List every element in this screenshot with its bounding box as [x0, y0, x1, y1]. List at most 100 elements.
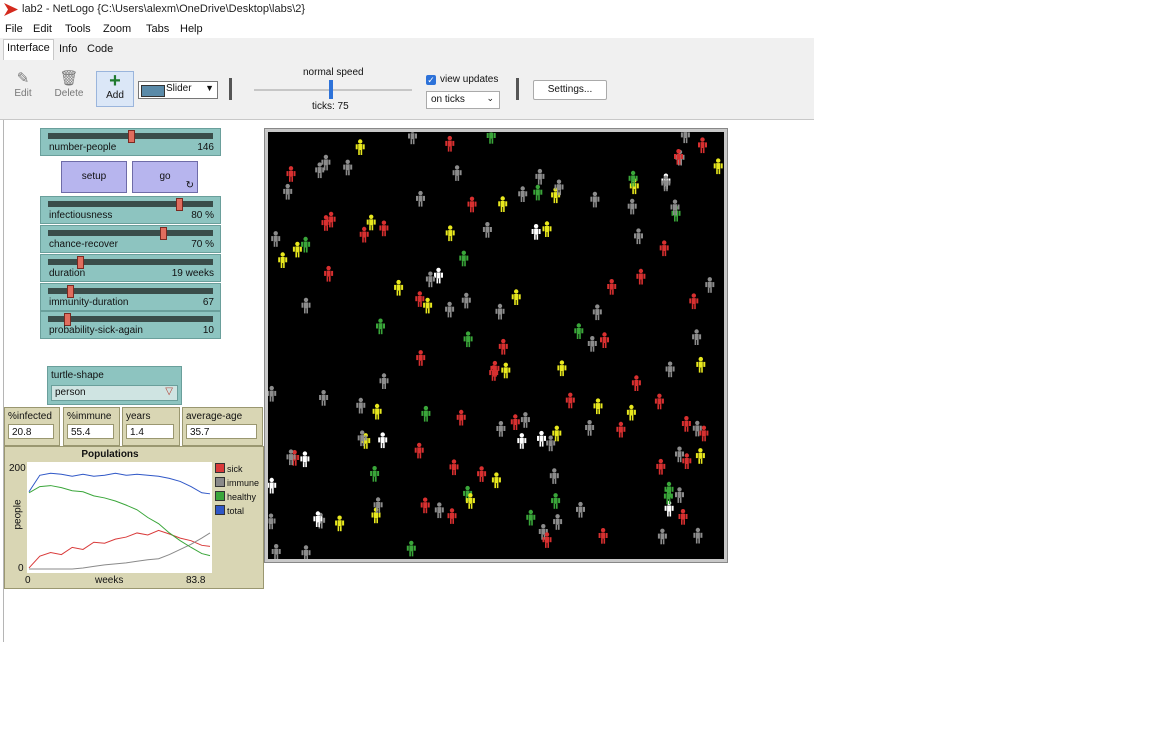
monitor-value: 20.8	[8, 424, 54, 439]
person-turtle	[355, 139, 365, 155]
legend-label: total	[227, 506, 245, 516]
plus-icon: +	[109, 70, 121, 92]
plot-title: Populations	[81, 449, 139, 460]
person-turtle	[498, 338, 508, 355]
person-turtle	[394, 279, 404, 296]
person-turtle	[675, 487, 684, 503]
slider-number-people[interactable]: number-people 146	[40, 128, 221, 156]
person-turtle	[434, 267, 443, 284]
menu-help[interactable]: Help	[180, 23, 203, 35]
turtle-shape-chooser[interactable]: turtle-shape person ▽	[47, 366, 182, 405]
person-turtle	[379, 220, 389, 237]
ticks-counter: ticks: 75	[312, 101, 349, 112]
slider-chance-recover[interactable]: chance-recover 70 %	[40, 225, 221, 253]
slider-track[interactable]	[48, 259, 213, 265]
person-turtle	[372, 403, 382, 420]
slider-track[interactable]	[48, 201, 213, 207]
person-turtle	[486, 132, 496, 144]
slider-infectiousness[interactable]: infectiousness 80 %	[40, 196, 221, 224]
netlogo-logo-icon	[4, 3, 18, 16]
tab-interface[interactable]: Interface	[3, 39, 54, 60]
legend-swatch	[215, 463, 225, 473]
chevron-down-icon: ⌄	[486, 93, 494, 103]
slider-thumb[interactable]	[128, 130, 135, 143]
person-turtle	[537, 430, 546, 447]
widget-type-select[interactable]: Slider ▼	[138, 81, 218, 99]
person-turtle	[626, 404, 636, 421]
world-view[interactable]	[264, 128, 728, 563]
person-turtle	[461, 292, 471, 309]
chooser-name: turtle-shape	[51, 370, 104, 381]
person-turtle	[343, 159, 353, 176]
setup-button[interactable]: setup	[61, 161, 127, 193]
person-turtle	[477, 466, 487, 482]
person-turtle	[574, 323, 584, 339]
series-line-sick	[28, 529, 211, 569]
update-mode-select[interactable]: on ticks ⌄	[426, 91, 500, 109]
person-turtle	[359, 226, 369, 243]
slider-track[interactable]	[48, 316, 213, 322]
person-turtle	[356, 397, 366, 414]
person-turtle	[680, 132, 690, 144]
delete-button[interactable]: 🗑 Delete	[52, 70, 86, 106]
slider-value: 146	[197, 142, 214, 153]
trash-icon: 🗑	[59, 70, 79, 87]
tab-code[interactable]: Code	[84, 41, 116, 58]
slider-value: 19 weeks	[171, 268, 214, 279]
menu-zoom[interactable]: Zoom	[103, 23, 131, 35]
person-turtle	[535, 168, 545, 185]
world-canvas[interactable]	[268, 132, 724, 559]
person-turtle	[501, 362, 511, 379]
edit-button[interactable]: ✎ Edit	[6, 70, 40, 106]
chooser-value: person	[55, 387, 86, 398]
person-turtle	[271, 544, 281, 559]
person-turtle	[693, 527, 703, 544]
person-turtle	[713, 158, 723, 175]
person-turtle	[542, 221, 552, 237]
legend-label: immune	[227, 478, 260, 488]
monitor-infected: %infected 20.8	[4, 407, 60, 446]
person-turtle	[510, 414, 520, 430]
chooser-select[interactable]: person ▽	[51, 385, 178, 401]
person-turtle	[491, 472, 501, 489]
person-turtle	[300, 451, 310, 468]
plot-y-label: people	[12, 499, 24, 530]
speed-slider-thumb[interactable]	[329, 80, 333, 99]
slider-probability-sick-again[interactable]: probability-sick-again 10	[40, 311, 221, 339]
add-button[interactable]: + Add	[96, 71, 134, 107]
person-turtle	[319, 390, 329, 406]
slider-immunity-duration[interactable]: immunity-duration 67	[40, 283, 221, 311]
person-turtle	[631, 375, 641, 391]
slider-thumb[interactable]	[160, 227, 167, 240]
view-updates-checkbox[interactable]: ✓	[426, 75, 436, 85]
menu-tabs[interactable]: Tabs	[146, 23, 169, 35]
slider-thumb[interactable]	[176, 198, 183, 211]
person-turtle	[271, 231, 281, 247]
person-turtle	[689, 293, 699, 310]
monitor-average-age: average-age 35.7	[182, 407, 263, 446]
legend-swatch	[215, 491, 225, 501]
plot-x-tick: 83.8	[186, 575, 206, 586]
settings-button[interactable]: Settings...	[533, 80, 607, 100]
menu-edit[interactable]: Edit	[33, 23, 52, 35]
person-turtle	[423, 297, 433, 314]
go-button[interactable]: go ↻	[132, 161, 198, 193]
person-turtle	[301, 545, 311, 559]
menu-bar: File Edit Tools Zoom Tabs Help	[0, 20, 814, 38]
person-turtle	[498, 196, 508, 212]
tab-info[interactable]: Info	[56, 41, 80, 58]
person-turtle	[695, 448, 705, 464]
edit-label: Edit	[14, 88, 32, 99]
monitor-name: average-age	[186, 411, 243, 422]
slider-value: 80 %	[191, 210, 214, 221]
slider-track[interactable]	[48, 230, 213, 236]
populations-plot[interactable]: Populations people 200 0 0 weeks 83.8 si…	[4, 446, 264, 589]
person-turtle	[421, 405, 431, 422]
person-turtle	[627, 198, 637, 215]
menu-file[interactable]: File	[5, 23, 23, 35]
menu-tools[interactable]: Tools	[65, 23, 91, 35]
person-turtle	[665, 361, 675, 378]
slider-duration[interactable]: duration 19 weeks	[40, 254, 221, 282]
person-turtle	[278, 252, 288, 268]
speed-slider-track[interactable]	[254, 89, 412, 91]
